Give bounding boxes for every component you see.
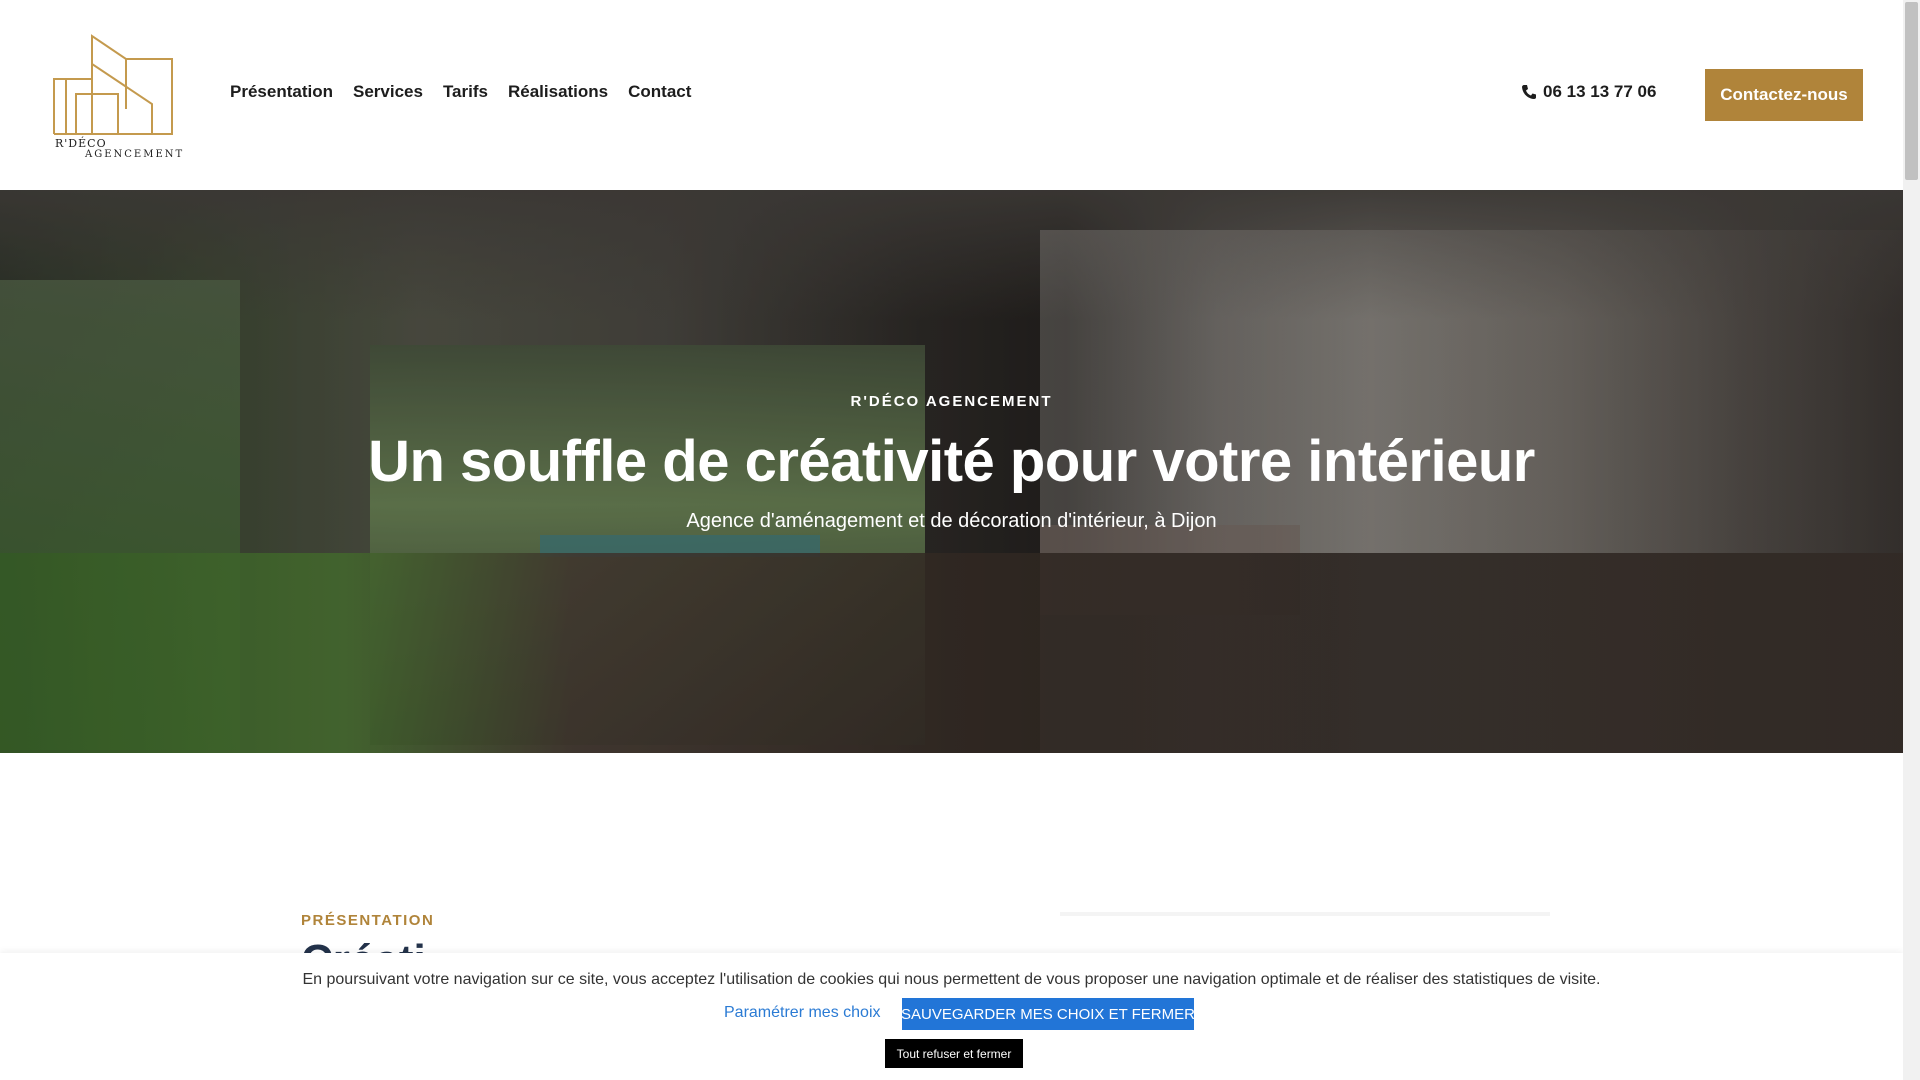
- phone-link[interactable]: 06 13 13 77 06: [1521, 82, 1656, 102]
- presentation-image: [1060, 912, 1550, 916]
- hero-subtitle: Agence d'aménagement et de décoration d'…: [686, 510, 1217, 532]
- cookie-save-button[interactable]: SAUVEGARDER MES CHOIX ET FERMER: [901, 998, 1195, 1030]
- cookie-banner: En poursuivant votre navigation sur ce s…: [0, 953, 1903, 1080]
- hero-eyebrow: R'DÉCO AGENCEMENT: [850, 393, 1053, 410]
- phone-icon: [1522, 85, 1536, 99]
- logo[interactable]: R'DÉCO AGENCEMENT: [52, 34, 187, 162]
- nav-item-services[interactable]: Services: [353, 82, 423, 102]
- logo-text-secondary: AGENCEMENT: [85, 149, 185, 160]
- hero-content: R'DÉCO AGENCEMENT Un souffle de créativi…: [0, 190, 1903, 753]
- contact-us-button[interactable]: Contactez-nous: [1705, 69, 1863, 121]
- cookie-settings-link[interactable]: Paramétrer mes choix: [724, 1004, 881, 1022]
- main-nav: Présentation Services Tarifs Réalisation…: [230, 82, 711, 102]
- logo-mark-icon: [53, 34, 173, 135]
- nav-item-presentation[interactable]: Présentation: [230, 82, 333, 102]
- hero-title: Un souffle de créativité pour votre inté…: [368, 429, 1535, 494]
- presentation-label: PRÉSENTATION: [301, 912, 435, 929]
- hero-banner: R'DÉCO AGENCEMENT Un souffle de créativi…: [0, 190, 1903, 753]
- nav-item-tarifs[interactable]: Tarifs: [443, 82, 488, 102]
- phone-number: 06 13 13 77 06: [1543, 82, 1657, 101]
- nav-item-realisations[interactable]: Réalisations: [508, 82, 608, 102]
- nav-item-contact[interactable]: Contact: [628, 82, 691, 102]
- cookie-refuse-button[interactable]: Tout refuser et fermer: [885, 1039, 1023, 1068]
- cookie-message: En poursuivant votre navigation sur ce s…: [302, 971, 1601, 988]
- scrollbar-thumb[interactable]: [1905, 2, 1918, 180]
- site-header: R'DÉCO AGENCEMENT Présentation Services …: [0, 0, 1903, 190]
